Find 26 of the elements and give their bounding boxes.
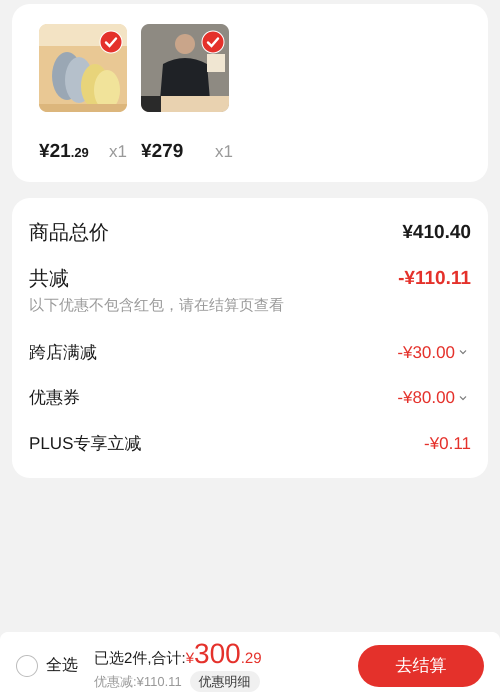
selected-count-text: 已选2件,合计: xyxy=(94,648,186,669)
check-icon[interactable] xyxy=(99,30,123,54)
discount-detail-button[interactable]: 优惠明细 xyxy=(190,670,260,692)
quantity-text: x1 xyxy=(109,141,127,163)
amount-text: -¥0.11 xyxy=(424,432,471,454)
total-price: ¥300.29 xyxy=(186,640,262,671)
amount-text: ¥410.40 xyxy=(402,220,471,245)
checkout-button[interactable]: 去结算 xyxy=(358,645,484,687)
chevron-down-icon[interactable] xyxy=(459,349,467,356)
amount-text: -¥30.00 xyxy=(397,342,455,364)
label-text: 共减 xyxy=(29,267,69,292)
quantity-text: x1 xyxy=(215,141,233,163)
check-icon[interactable] xyxy=(201,30,225,54)
select-all-checkbox[interactable] xyxy=(16,655,38,677)
select-all-label[interactable]: 全选 xyxy=(46,654,78,678)
chevron-down-icon[interactable] xyxy=(459,394,467,401)
label-text: 跨店满减 xyxy=(29,342,97,364)
price-text: ¥279 xyxy=(141,140,184,164)
label-text: 优惠券 xyxy=(29,387,80,409)
label-text: 商品总价 xyxy=(29,221,109,246)
price-text: ¥21.29 xyxy=(39,140,89,164)
savings-text: 优惠减:¥110.11 xyxy=(94,672,182,691)
amount-text: -¥80.00 xyxy=(397,387,455,409)
label-text: PLUS专享立减 xyxy=(29,432,142,454)
note-text: 以下优惠不包含红包，请在结算页查看 xyxy=(29,296,285,316)
amount-text: -¥110.11 xyxy=(398,266,471,291)
